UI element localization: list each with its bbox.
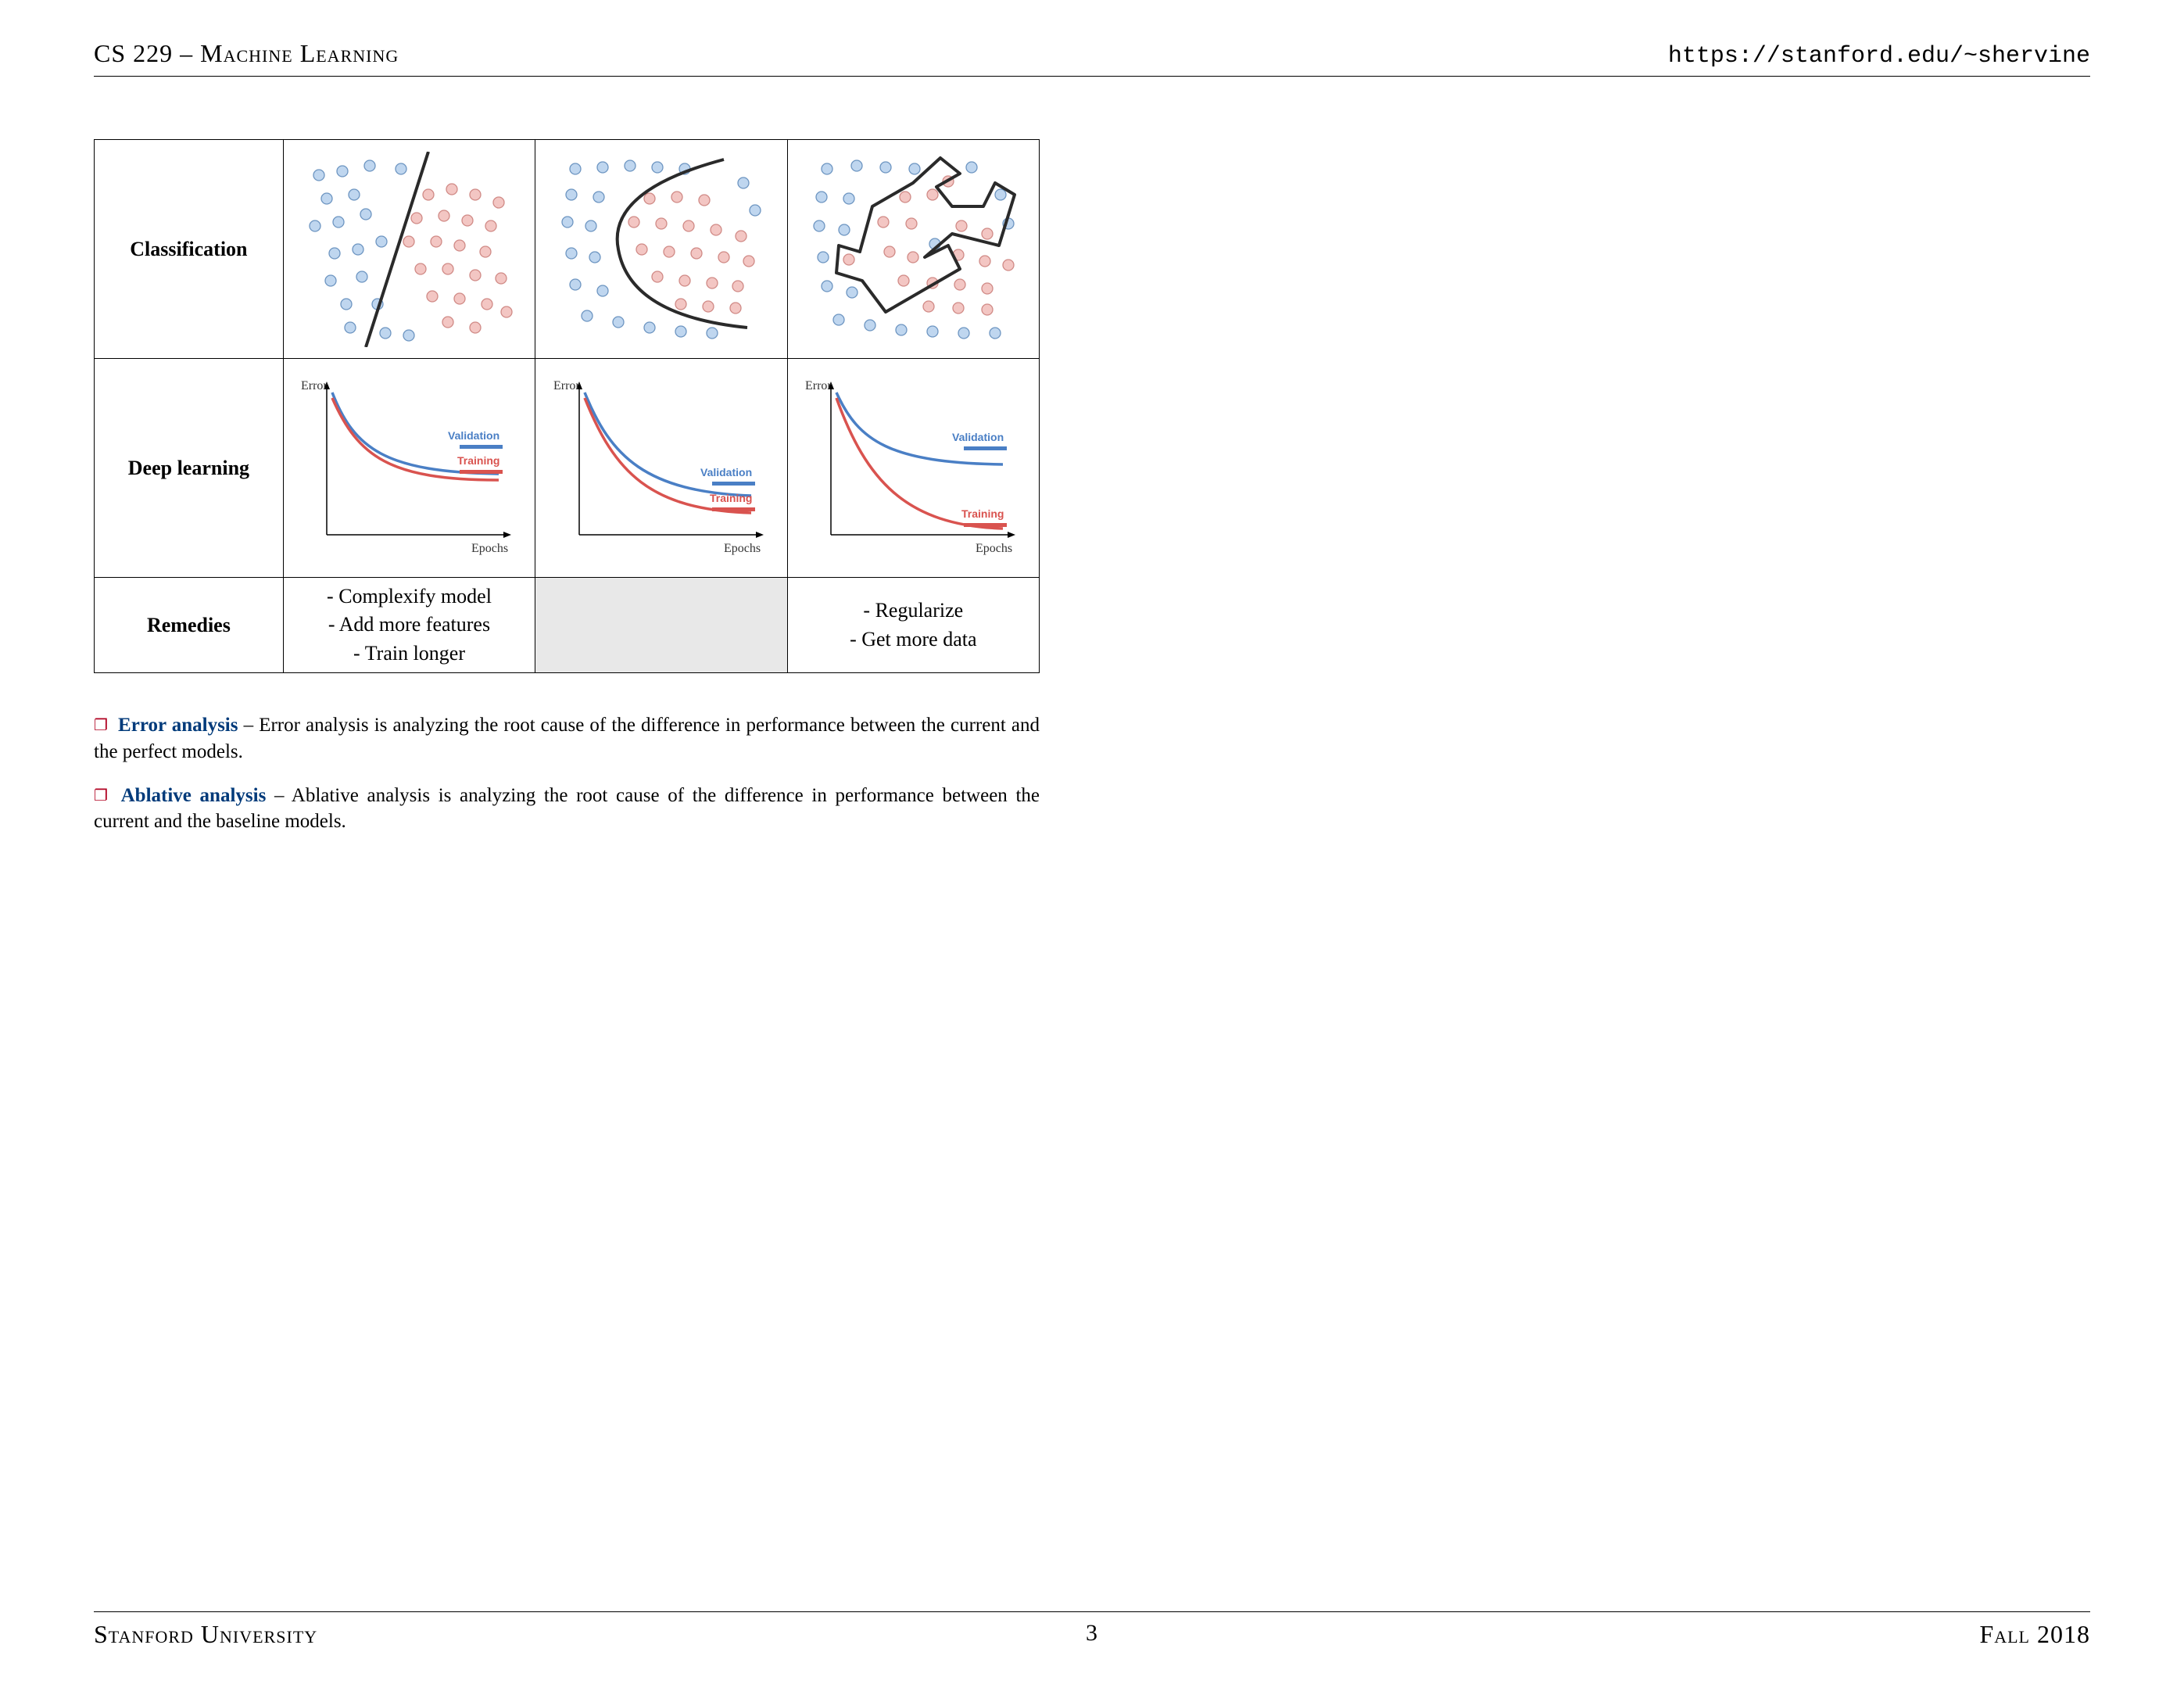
row-label-remedies: Remedies <box>95 578 284 673</box>
bookmark-icon: ❐ <box>94 787 108 805</box>
classification-overfit <box>787 140 1039 359</box>
row-label-deeplearning: Deep learning <box>95 359 284 578</box>
page-header: CS 229 – Machine Learning https://stanfo… <box>94 39 2090 77</box>
svg-text:Validation: Validation <box>700 466 752 478</box>
svg-text:Error: Error <box>553 379 580 392</box>
header-course: CS 229 – Machine Learning <box>94 39 399 68</box>
term-ablative-analysis: Ablative analysis <box>121 785 267 806</box>
svg-text:Epochs: Epochs <box>724 542 761 555</box>
term-error-analysis: Error analysis <box>118 715 238 736</box>
bookmark-icon: ❐ <box>94 717 108 734</box>
svg-text:Training: Training <box>961 507 1004 520</box>
page-number: 3 <box>1086 1620 1098 1647</box>
legend-training: Training <box>457 454 499 467</box>
svg-text:Training: Training <box>710 492 752 504</box>
svg-text:Error: Error <box>805 379 832 392</box>
page-footer: Stanford University 3 Fall 2018 <box>94 1611 2090 1649</box>
content-column: Classification <box>94 139 1040 835</box>
dl-goodfit: Error Epochs Validation Training <box>535 359 787 578</box>
svg-text:Epochs: Epochs <box>976 542 1012 555</box>
remedies-overfit: Regularize Get more data <box>787 578 1039 673</box>
dl-underfit: Error Epochs Validation Training <box>283 359 535 578</box>
remedies-underfit: Complexify model Add more features Train… <box>283 578 535 673</box>
classification-underfit <box>283 140 535 359</box>
legend-validation: Validation <box>448 429 499 442</box>
dl-xlabel: Epochs <box>471 542 508 555</box>
row-label-classification: Classification <box>95 140 284 359</box>
remedies-justfit <box>535 578 787 673</box>
model-fit-table: Classification <box>94 139 1040 673</box>
footer-right: Fall 2018 <box>1979 1620 2090 1649</box>
footer-left: Stanford University <box>94 1620 317 1649</box>
classification-goodfit <box>535 140 787 359</box>
dl-overfit: Error Epochs Validation Training <box>787 359 1039 578</box>
para-ablative-analysis: ❐ Ablative analysis – Ablative analysis … <box>94 783 1040 836</box>
svg-text:Validation: Validation <box>952 431 1004 443</box>
dl-ylabel: Error <box>301 379 328 392</box>
header-url: https://stanford.edu/~shervine <box>1668 43 2090 70</box>
para-error-analysis: ❐ Error analysis – Error analysis is ana… <box>94 712 1040 765</box>
